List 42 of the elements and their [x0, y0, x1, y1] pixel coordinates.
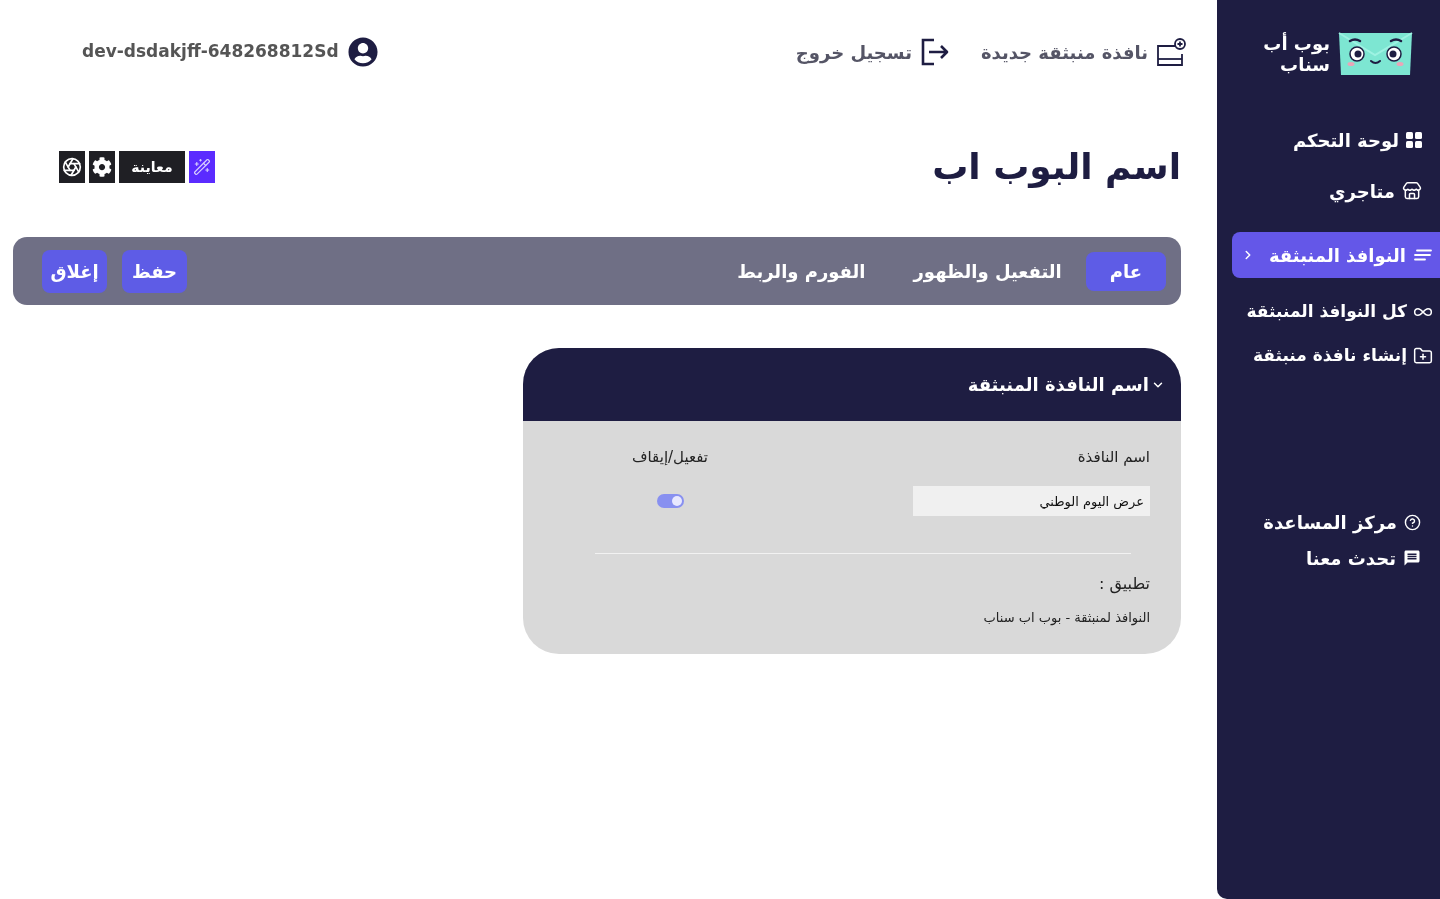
tab[interactable]: عام	[1085, 251, 1166, 291]
tab[interactable]: التفعيل والظهور	[889, 251, 1086, 291]
preview-button[interactable]: معاينة	[119, 151, 185, 183]
help-link[interactable]: مركز المساعدة	[1217, 504, 1440, 540]
logout-icon	[919, 38, 950, 66]
app-name: النوافذ لمنبثقة - بوب اب سناب	[983, 609, 1150, 628]
card-title: اسم النافذة المنبثقة	[967, 373, 1149, 397]
magic-wand-icon	[193, 158, 211, 176]
nav-subitem[interactable]: كل النوافذ المنبثقة	[1217, 294, 1440, 330]
name-input[interactable]: عرض اليوم الوطني	[913, 486, 1150, 516]
nav-item[interactable]: لوحة التحكم	[1217, 120, 1440, 160]
store-icon	[1402, 181, 1422, 201]
aperture-icon	[62, 157, 82, 177]
logo-text: بوب أب	[1263, 33, 1330, 54]
lines-icon	[1414, 249, 1432, 261]
settings-button[interactable]	[89, 151, 115, 183]
field-label: تفعيل/إيقاف	[632, 447, 708, 468]
envelope-face-icon	[1337, 31, 1414, 77]
aperture-button[interactable]	[59, 151, 85, 183]
window-plus-icon	[1156, 37, 1186, 67]
grid-icon	[1406, 132, 1422, 148]
help-icon	[1404, 513, 1421, 531]
page-title: اسم البوب اب	[932, 145, 1181, 190]
magic-wand-button[interactable]	[189, 151, 215, 183]
field-label: اسم النافذة	[1077, 447, 1150, 468]
chat-icon	[1403, 549, 1421, 567]
logout-link[interactable]: تسجيل خروج	[795, 38, 950, 66]
toggle-switch[interactable]	[656, 494, 684, 508]
username: dev-dsdakjff-648268812Sd	[82, 40, 339, 64]
new-popup-link[interactable]: نافذة منبثقة جديدة	[980, 37, 1186, 67]
app-label: تطبيق :	[1098, 573, 1150, 596]
tab[interactable]: الفورم والربط	[713, 251, 890, 291]
folder-plus-icon	[1413, 346, 1433, 366]
nav-item[interactable]: النوافذ المنبثقة	[1232, 232, 1440, 278]
save-button[interactable]: حفظ	[122, 249, 187, 293]
close-button[interactable]: إغلاق	[42, 249, 107, 293]
nav-item[interactable]: متاجري	[1217, 171, 1440, 211]
help-link[interactable]: تحدث معنا	[1217, 540, 1440, 576]
nav-subitem[interactable]: إنشاء نافذة منبثقة	[1217, 338, 1440, 374]
logo-text: سناب	[1279, 54, 1330, 75]
user-avatar-icon	[347, 37, 378, 67]
settings-icon	[92, 157, 112, 177]
